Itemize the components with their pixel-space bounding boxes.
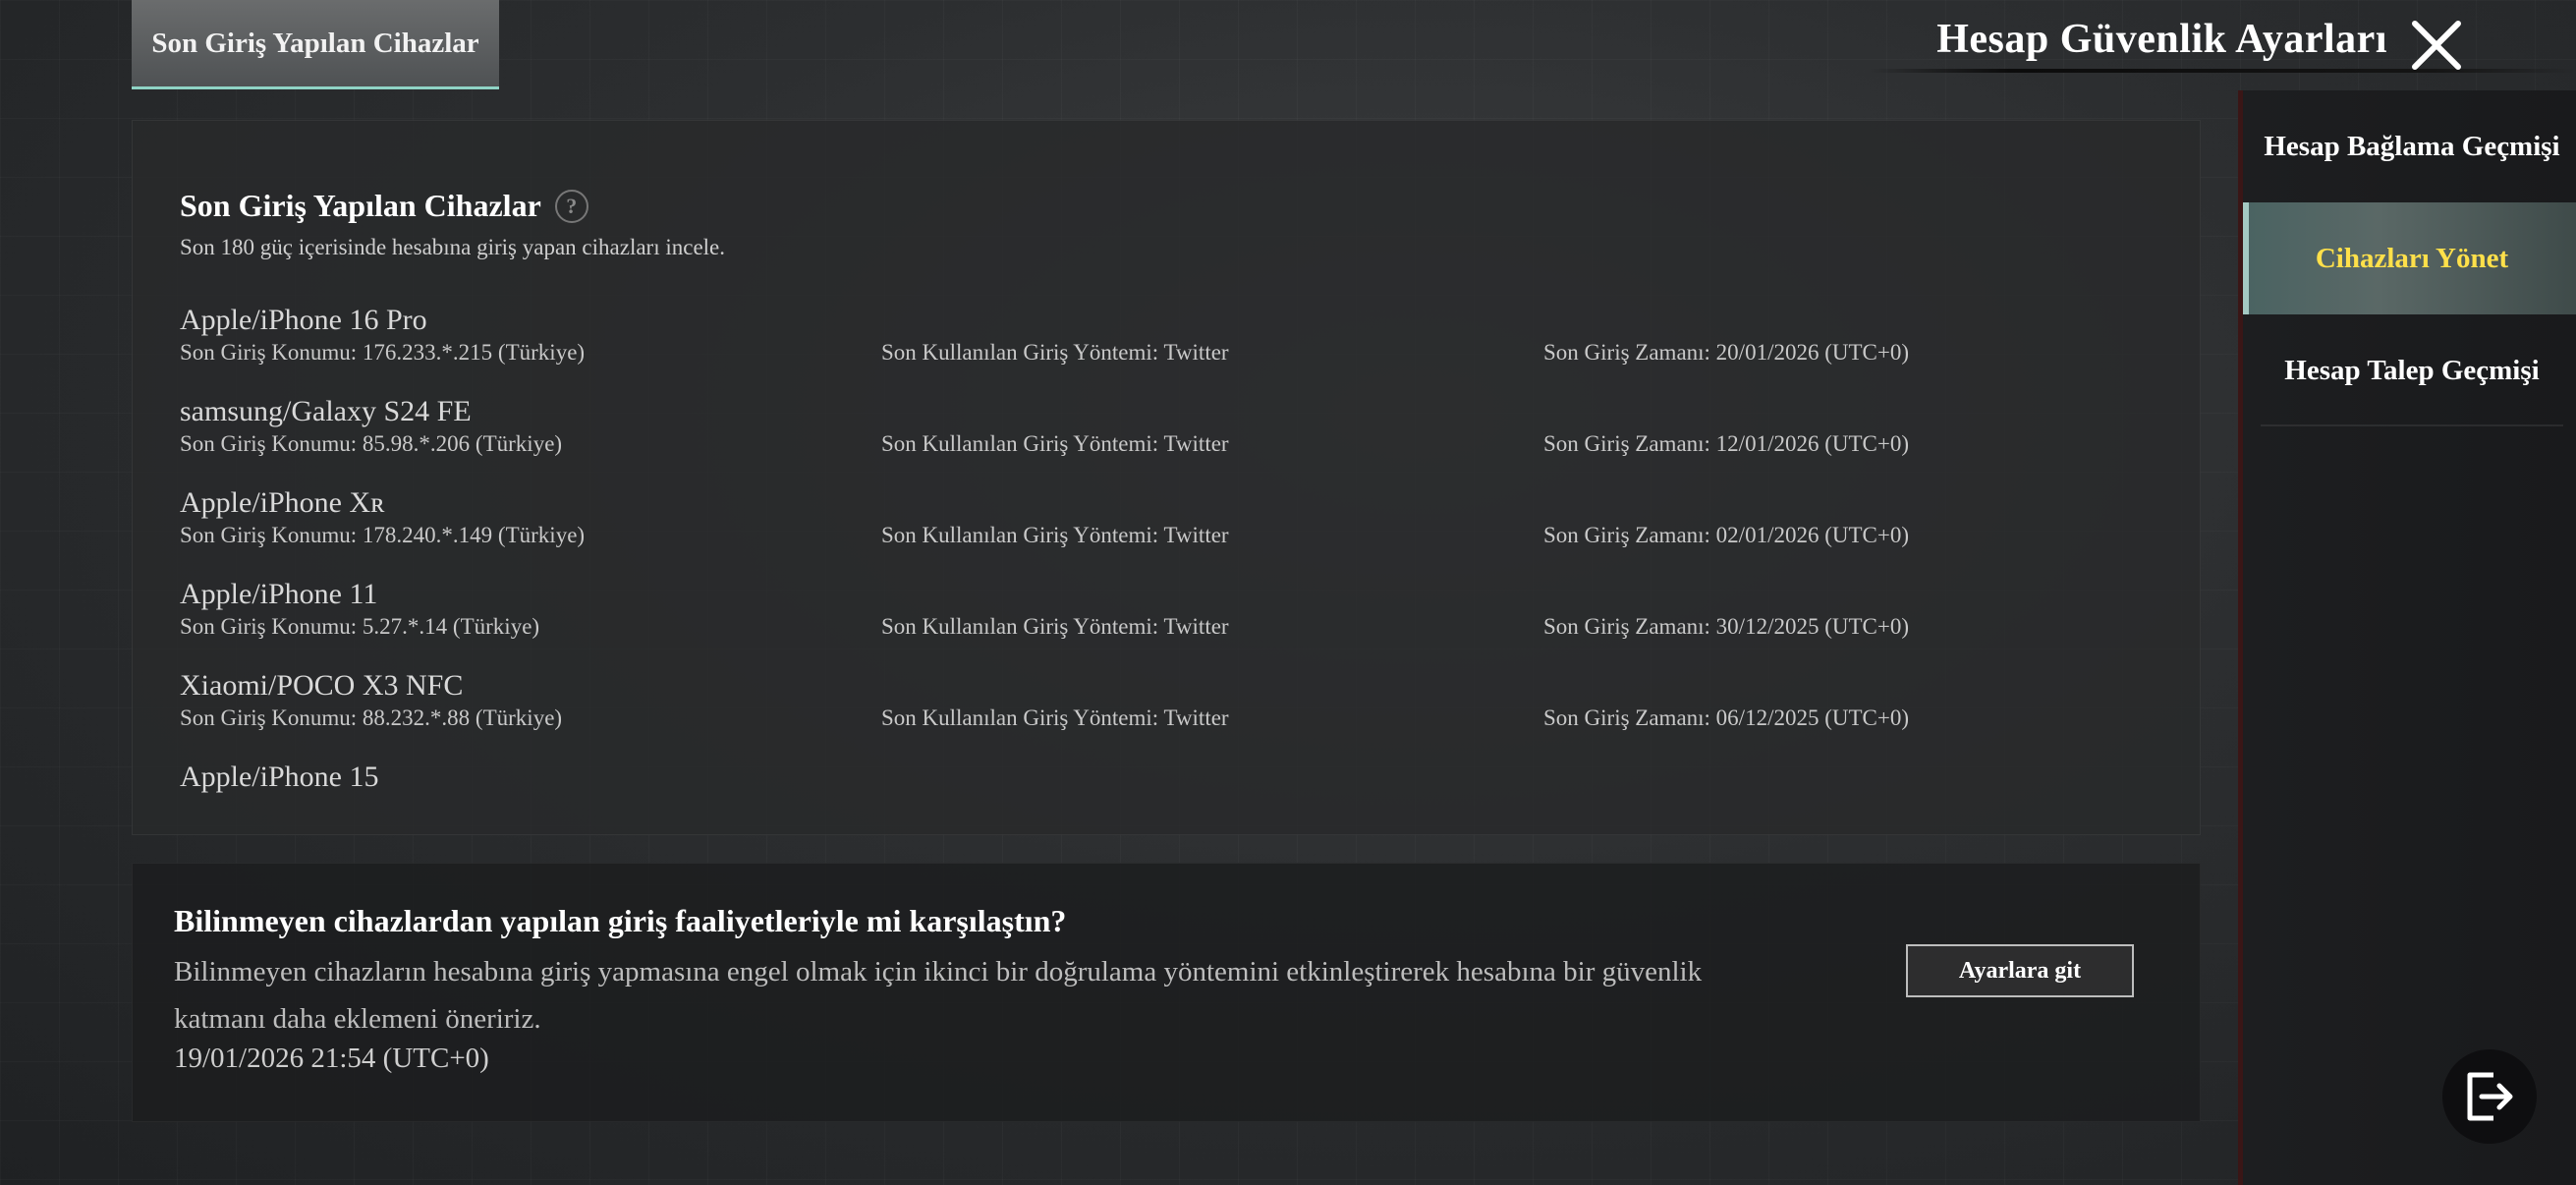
device-location: Son Giriş Konumu: 88.232.*.88 (Türkiye) xyxy=(180,705,563,730)
list-item: samsung/Galaxy S24 FE Son Giriş Konumu: … xyxy=(180,394,2145,485)
device-location: Son Giriş Konumu: 178.240.*.149 (Türkiye… xyxy=(180,523,586,547)
recent-devices-panel: Son Giriş Yapılan Cihazlar ? Son 180 güç… xyxy=(132,120,2201,835)
panel-title: Son Giriş Yapılan Cihazlar ? xyxy=(180,188,588,224)
list-item: Apple/iPhone 11 Son Giriş Konumu: 5.27.*… xyxy=(180,577,2145,668)
sidebar: Hesap Bağlama Geçmişi Cihazları Yönet He… xyxy=(2238,90,2576,1185)
device-login-time: Son Giriş Zamanı: 12/01/2026 (UTC+0) xyxy=(1543,431,1909,456)
device-name: Apple/iPhone 15 xyxy=(180,761,379,793)
help-icon[interactable]: ? xyxy=(554,189,588,223)
sidebar-item-label: Hesap Talep Geçmişi xyxy=(2284,354,2540,386)
close-button[interactable] xyxy=(2405,14,2468,77)
logout-icon xyxy=(2467,1072,2513,1121)
device-location: Son Giriş Konumu: 85.98.*.206 (Türkiye) xyxy=(180,431,563,456)
title-brush-stroke xyxy=(1869,69,2576,73)
list-item: Apple/iPhone Xʀ Son Giriş Konumu: 178.24… xyxy=(180,485,2145,577)
close-icon xyxy=(2412,21,2461,70)
list-item: Apple/iPhone 15 xyxy=(180,760,2145,794)
sidebar-divider xyxy=(2261,424,2563,426)
panel-subtitle: Son 180 güç içerisinde hesabına giriş ya… xyxy=(180,235,725,259)
device-login-method: Son Kullanılan Giriş Yöntemi: Twitter xyxy=(881,431,1229,456)
device-login-time: Son Giriş Zamanı: 06/12/2025 (UTC+0) xyxy=(1543,705,1909,730)
sidebar-item-manage-devices[interactable]: Cihazları Yönet xyxy=(2243,202,2576,314)
device-login-time: Son Giriş Zamanı: 30/12/2025 (UTC+0) xyxy=(1543,614,1909,639)
device-name: Apple/iPhone 16 Pro xyxy=(180,304,427,336)
notice-body: Bilinmeyen cihazların hesabına giriş yap… xyxy=(174,956,1703,1035)
list-item: Xiaomi/POCO X3 NFC Son Giriş Konumu: 88.… xyxy=(180,668,2145,760)
panel-title-text: Son Giriş Yapılan Cihazlar xyxy=(180,188,541,223)
device-name: Xiaomi/POCO X3 NFC xyxy=(180,669,464,702)
go-to-settings-button[interactable]: Ayarlara git xyxy=(1906,944,2134,997)
device-login-time: Son Giriş Zamanı: 02/01/2026 (UTC+0) xyxy=(1543,523,1909,547)
list-item: Apple/iPhone 16 Pro Son Giriş Konumu: 17… xyxy=(180,303,2145,394)
sidebar-item-label: Hesap Bağlama Geçmişi xyxy=(2264,130,2560,162)
device-name: Apple/iPhone Xʀ xyxy=(180,486,385,519)
unknown-device-notice: Bilinmeyen cihazlardan yapılan giriş faa… xyxy=(132,863,2201,1122)
sidebar-item-label: Cihazları Yönet xyxy=(2315,242,2509,274)
logout-button[interactable] xyxy=(2442,1049,2537,1144)
sidebar-item-account-binding-history[interactable]: Hesap Bağlama Geçmişi xyxy=(2243,90,2576,202)
device-login-method: Son Kullanılan Giriş Yöntemi: Twitter xyxy=(881,705,1229,730)
device-name: Apple/iPhone 11 xyxy=(180,578,378,610)
tab-label: Son Giriş Yapılan Cihazlar xyxy=(151,27,479,59)
sidebar-item-account-request-history[interactable]: Hesap Talep Geçmişi xyxy=(2243,314,2576,426)
device-location: Son Giriş Konumu: 176.233.*.215 (Türkiye… xyxy=(180,340,586,365)
tab-recent-devices[interactable]: Son Giriş Yapılan Cihazlar xyxy=(132,0,499,89)
device-login-method: Son Kullanılan Giriş Yöntemi: Twitter xyxy=(881,523,1229,547)
device-name: samsung/Galaxy S24 FE xyxy=(180,395,472,427)
device-login-time: Son Giriş Zamanı: 20/01/2026 (UTC+0) xyxy=(1543,340,1909,365)
device-login-method: Son Kullanılan Giriş Yöntemi: Twitter xyxy=(881,340,1229,365)
page-title: Hesap Güvenlik Ayarları xyxy=(1936,17,2387,62)
device-list[interactable]: Apple/iPhone 16 Pro Son Giriş Konumu: 17… xyxy=(180,303,2145,794)
device-location: Son Giriş Konumu: 5.27.*.14 (Türkiye) xyxy=(180,614,540,639)
device-login-method: Son Kullanılan Giriş Yöntemi: Twitter xyxy=(881,614,1229,639)
notice-title: Bilinmeyen cihazlardan yapılan giriş faa… xyxy=(174,903,1067,938)
notice-timestamp: 19/01/2026 21:54 (UTC+0) xyxy=(174,1043,489,1074)
